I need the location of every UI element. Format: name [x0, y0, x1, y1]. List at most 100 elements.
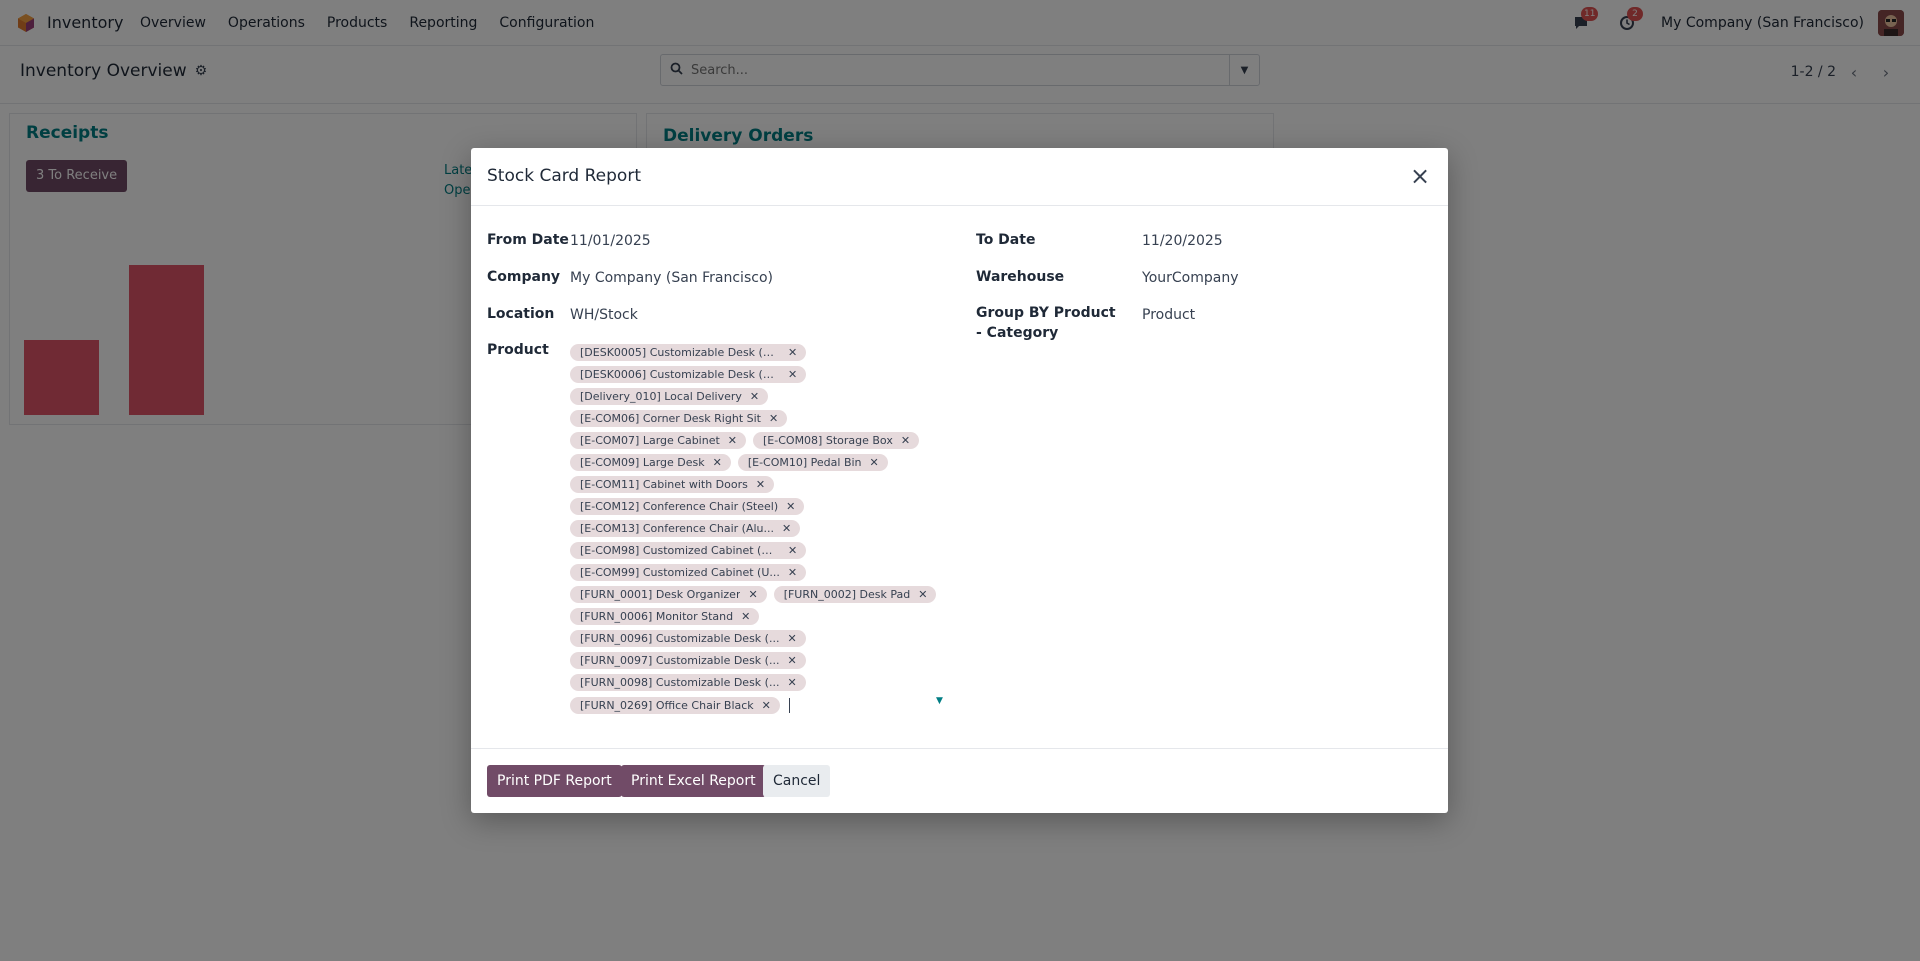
- remove-tag-icon[interactable]: ✕: [870, 456, 879, 469]
- cancel-button[interactable]: Cancel: [763, 765, 831, 797]
- tag-row: [E-COM07] Large Cabinet ✕ [E-COM08] Storag…: [570, 429, 955, 451]
- location-field[interactable]: WH/Stock: [570, 305, 638, 325]
- tag-row: [E-COM13] Conference Chair (Alu... ✕: [570, 517, 955, 539]
- company-label: Company: [487, 269, 561, 285]
- product-tag[interactable]: [FURN_0098] Customizable Desk (... ✕: [570, 673, 806, 691]
- tag-row: [FURN_0097] Customizable Desk (... ✕: [570, 649, 955, 671]
- tag-row: [E-COM11] Cabinet with Doors ✕: [570, 473, 955, 495]
- remove-tag-icon[interactable]: ✕: [787, 654, 796, 667]
- product-tag-label: [FURN_0006] Monitor Stand: [580, 609, 734, 623]
- product-tag[interactable]: [FURN_0269] Office Chair Black ✕: [570, 697, 780, 714]
- remove-tag-icon[interactable]: ✕: [788, 346, 797, 359]
- product-tag-label: [FURN_0096] Customizable Desk (...: [580, 631, 780, 645]
- from-date-field[interactable]: 11/01/2025: [570, 231, 651, 251]
- modal-title: Stock Card Report: [487, 166, 641, 186]
- tag-row: [Delivery_010] Local Delivery ✕: [570, 385, 955, 407]
- modal-footer: Print PDF Report Print Excel Report Canc…: [471, 748, 1448, 813]
- product-tag-label: [FURN_0097] Customizable Desk (...: [580, 653, 780, 667]
- product-tag[interactable]: [E-COM12] Conference Chair (Steel) ✕: [570, 497, 805, 515]
- product-tag-label: [FURN_0001] Desk Organizer: [580, 587, 741, 601]
- product-tag[interactable]: [E-COM13] Conference Chair (Alu... ✕: [570, 519, 801, 537]
- warehouse-label: Warehouse: [976, 269, 1065, 285]
- product-tag[interactable]: [FURN_0001] Desk Organizer ✕: [570, 585, 767, 603]
- product-tag-label: [E-COM10] Pedal Bin: [747, 455, 862, 469]
- print-excel-report-button[interactable]: Print Excel Report: [621, 765, 766, 797]
- product-tag[interactable]: [E-COM11] Cabinet with Doors ✕: [570, 475, 775, 493]
- stock-card-report-dialog: Stock Card Report × From Date 11/01/2025…: [471, 148, 1448, 813]
- product-search-input[interactable]: [788, 698, 790, 713]
- product-tag[interactable]: [Delivery_010] Local Delivery ✕: [570, 387, 769, 405]
- product-tag-label: [E-COM08] Storage Box: [763, 433, 893, 447]
- to-date-field[interactable]: 11/20/2025: [1142, 231, 1223, 251]
- product-tag[interactable]: [E-COM98] Customized Cabinet (M... ✕: [570, 541, 807, 559]
- remove-tag-icon[interactable]: ✕: [750, 390, 759, 403]
- remove-tag-icon[interactable]: ✕: [756, 478, 765, 491]
- from-date-label: From Date: [487, 232, 569, 248]
- location-label: Location: [487, 306, 555, 322]
- product-tag-label: [E-COM09] Large Desk: [580, 455, 705, 469]
- product-tag-label: [E-COM98] Customized Cabinet (M...: [580, 543, 780, 557]
- product-tag-label: [E-COM13] Conference Chair (Alu...: [580, 521, 774, 535]
- close-icon[interactable]: ×: [1406, 162, 1434, 190]
- tag-row: [DESK0005] Customizable Desk (C... ✕: [570, 341, 955, 363]
- product-label: Product: [487, 342, 549, 358]
- product-tag-label: [Delivery_010] Local Delivery: [580, 389, 742, 403]
- product-tag[interactable]: [DESK0005] Customizable Desk (C... ✕: [570, 343, 807, 361]
- remove-tag-icon[interactable]: ✕: [713, 456, 722, 469]
- product-tag-label: [E-COM12] Conference Chair (Steel): [580, 499, 779, 513]
- product-tag[interactable]: [E-COM07] Large Cabinet ✕: [570, 431, 747, 449]
- group-by-label: Group BY Product - Category: [976, 305, 1116, 341]
- caret-down-icon[interactable]: ▼: [936, 696, 943, 706]
- remove-tag-icon[interactable]: ✕: [788, 566, 797, 579]
- tag-row: [FURN_0096] Customizable Desk (... ✕: [570, 627, 955, 649]
- to-date-label: To Date: [976, 232, 1036, 248]
- product-tag[interactable]: [DESK0006] Customizable Desk (C... ✕: [570, 365, 807, 383]
- remove-tag-icon[interactable]: ✕: [787, 676, 796, 689]
- tag-row: [FURN_0006] Monitor Stand ✕: [570, 605, 955, 627]
- tag-row: [FURN_0269] Office Chair Black ✕: [570, 693, 955, 718]
- product-tags-field[interactable]: [DESK0005] Customizable Desk (C... ✕ [DESK…: [570, 341, 955, 718]
- product-tag-label: [DESK0006] Customizable Desk (C...: [580, 367, 780, 381]
- warehouse-field[interactable]: YourCompany: [1142, 268, 1239, 288]
- tag-row: [E-COM06] Corner Desk Right Sit ✕: [570, 407, 955, 429]
- remove-tag-icon[interactable]: ✕: [748, 588, 757, 601]
- product-tag[interactable]: [FURN_0002] Desk Pad ✕: [773, 585, 937, 603]
- product-tag-label: [E-COM99] Customized Cabinet (U...: [580, 565, 780, 579]
- product-tag-label: [E-COM11] Cabinet with Doors: [580, 477, 748, 491]
- product-tag[interactable]: [FURN_0006] Monitor Stand ✕: [570, 607, 760, 625]
- tag-row: [FURN_0001] Desk Organizer ✕ [FURN_0002] D…: [570, 583, 955, 605]
- product-tag[interactable]: [E-COM09] Large Desk ✕: [570, 453, 731, 471]
- remove-tag-icon[interactable]: ✕: [741, 610, 750, 623]
- group-by-field[interactable]: Product: [1142, 305, 1195, 325]
- remove-tag-icon[interactable]: ✕: [788, 368, 797, 381]
- product-tag-label: [FURN_0269] Office Chair Black: [580, 699, 754, 712]
- remove-tag-icon[interactable]: ✕: [728, 434, 737, 447]
- remove-tag-icon[interactable]: ✕: [769, 412, 778, 425]
- product-tag[interactable]: [E-COM08] Storage Box ✕: [753, 431, 920, 449]
- product-tag-label: [FURN_0002] Desk Pad: [783, 587, 911, 601]
- remove-tag-icon[interactable]: ✕: [901, 434, 910, 447]
- remove-tag-icon[interactable]: ✕: [918, 588, 927, 601]
- product-tag-label: [E-COM07] Large Cabinet: [580, 433, 720, 447]
- product-tag-label: [FURN_0098] Customizable Desk (...: [580, 675, 780, 689]
- modal-header: Stock Card Report ×: [471, 148, 1448, 206]
- product-tag-label: [E-COM06] Corner Desk Right Sit: [580, 411, 761, 425]
- tag-row: [E-COM99] Customized Cabinet (U... ✕: [570, 561, 955, 583]
- tag-row: [E-COM09] Large Desk ✕ [E-COM10] Pedal Bin…: [570, 451, 955, 473]
- remove-tag-icon[interactable]: ✕: [782, 522, 791, 535]
- remove-tag-icon[interactable]: ✕: [786, 500, 795, 513]
- tag-row: [FURN_0098] Customizable Desk (... ✕: [570, 671, 955, 693]
- remove-tag-icon[interactable]: ✕: [788, 544, 797, 557]
- remove-tag-icon[interactable]: ✕: [762, 699, 771, 712]
- print-pdf-report-button[interactable]: Print PDF Report: [487, 765, 622, 797]
- tag-row: [DESK0006] Customizable Desk (C... ✕: [570, 363, 955, 385]
- product-tag[interactable]: [FURN_0096] Customizable Desk (... ✕: [570, 629, 806, 647]
- product-tag-label: [DESK0005] Customizable Desk (C...: [580, 345, 780, 359]
- company-field[interactable]: My Company (San Francisco): [570, 268, 773, 288]
- product-tag[interactable]: [E-COM06] Corner Desk Right Sit ✕: [570, 409, 788, 427]
- remove-tag-icon[interactable]: ✕: [787, 632, 796, 645]
- product-tag[interactable]: [FURN_0097] Customizable Desk (... ✕: [570, 651, 806, 669]
- tag-row: [E-COM98] Customized Cabinet (M... ✕: [570, 539, 955, 561]
- product-tag[interactable]: [E-COM10] Pedal Bin ✕: [737, 453, 888, 471]
- product-tag[interactable]: [E-COM99] Customized Cabinet (U... ✕: [570, 563, 807, 581]
